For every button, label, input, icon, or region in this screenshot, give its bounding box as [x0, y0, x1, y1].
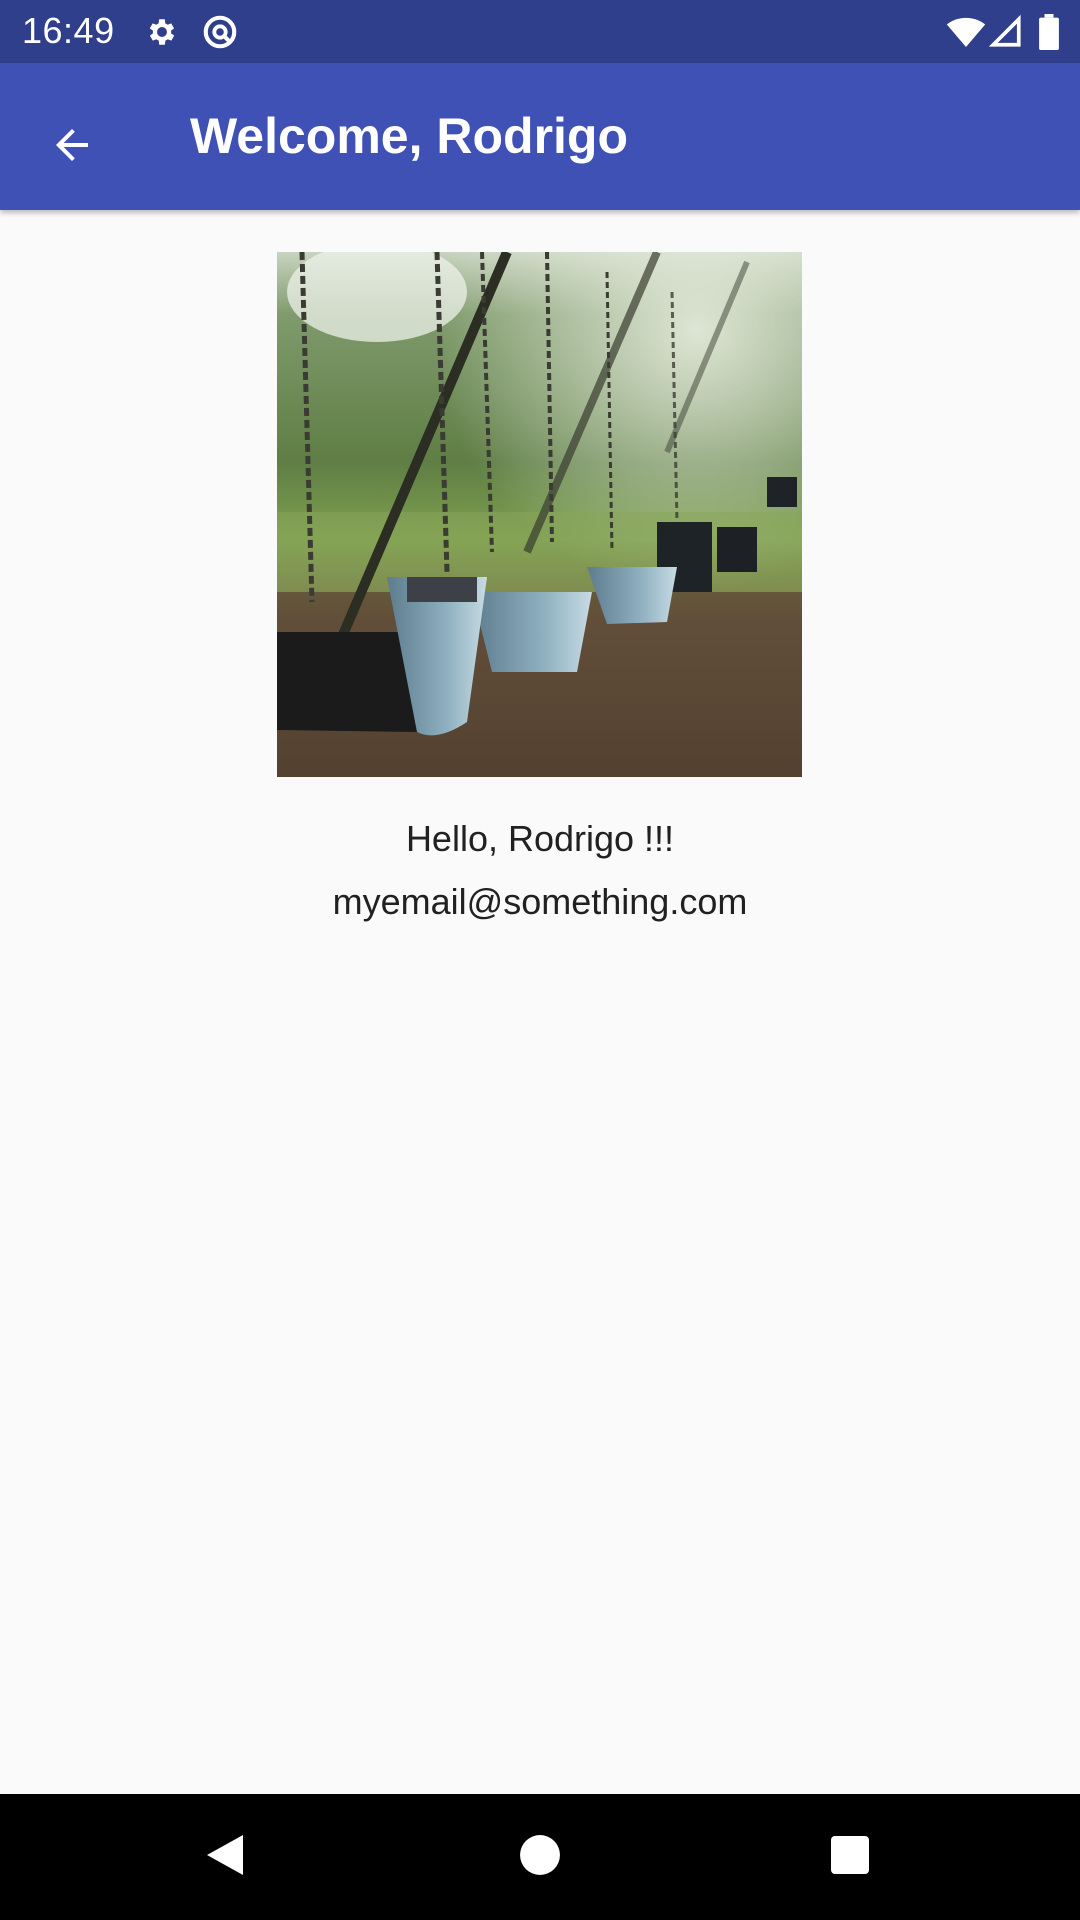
back-button[interactable] — [30, 105, 114, 189]
nav-back-button[interactable] — [180, 1812, 270, 1902]
gear-icon — [140, 0, 184, 63]
data-saver-icon — [198, 0, 242, 63]
page-title: Welcome, Rodrigo — [190, 108, 629, 164]
screen: 16:49 Welcome, Rodrigo Hello, Rodrigo !!… — [0, 0, 1080, 1920]
greeting-text: Hello, Rodrigo !!! — [405, 818, 675, 859]
recents-square-icon — [830, 1835, 870, 1880]
arrow-back-icon — [48, 121, 96, 174]
cell-signal-icon — [984, 0, 1028, 63]
nav-recents-button[interactable] — [805, 1812, 895, 1902]
home-circle-icon — [519, 1834, 561, 1881]
profile-image — [277, 252, 802, 777]
nav-home-button[interactable] — [495, 1812, 585, 1902]
content-area: Hello, Rodrigo !!! myemail@something.com — [0, 210, 1080, 1794]
battery-icon — [1028, 0, 1070, 63]
app-bar: Welcome, Rodrigo — [0, 63, 1080, 210]
status-time: 16:49 — [22, 10, 115, 51]
back-triangle-icon — [203, 1831, 247, 1884]
status-bar: 16:49 — [0, 0, 1080, 63]
wifi-icon — [944, 0, 988, 63]
navigation-bar — [0, 1794, 1080, 1920]
email-text: myemail@something.com — [332, 881, 748, 922]
